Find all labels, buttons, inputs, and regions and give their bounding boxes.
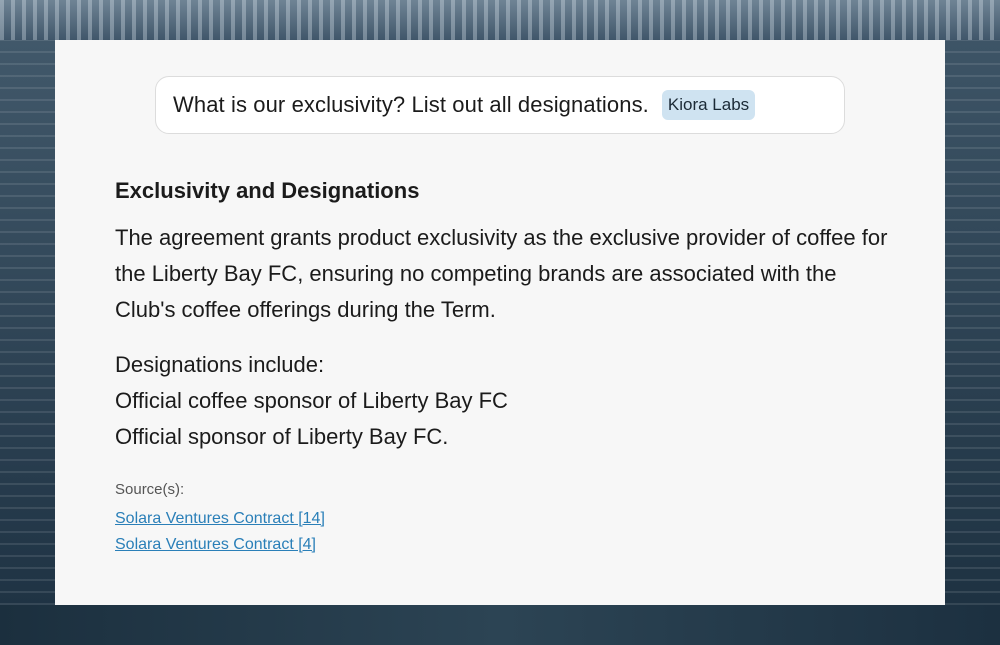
designation-item: Official coffee sponsor of Liberty Bay F… <box>115 388 508 413</box>
source-link[interactable]: Solara Ventures Contract [4] <box>115 532 325 558</box>
background-stadium-top <box>0 0 1000 40</box>
query-bubble: What is our exclusivity? List out all de… <box>155 76 845 134</box>
designations-list: Designations include: Official coffee sp… <box>115 347 895 455</box>
source-link[interactable]: Solara Ventures Contract [14] <box>115 506 325 532</box>
sources-label: Source(s): <box>115 481 185 498</box>
designation-item: Official sponsor of Liberty Bay FC. <box>115 424 449 449</box>
answer-panel: What is our exclusivity? List out all de… <box>55 40 945 605</box>
background-stands-left <box>0 40 55 605</box>
sources-section: Source(s): Solara Ventures Contract [14]… <box>115 481 325 558</box>
designations-intro: Designations include: <box>115 352 325 377</box>
answer-body: Exclusivity and Designations The agreeme… <box>115 178 895 455</box>
answer-heading: Exclusivity and Designations <box>115 178 420 203</box>
background-stands-right <box>945 40 1000 605</box>
background-field <box>0 605 1000 645</box>
answer-paragraph: The agreement grants product exclusivity… <box>115 225 888 322</box>
org-badge: Kiora Labs <box>661 90 756 120</box>
query-text: What is our exclusivity? List out all de… <box>173 92 649 117</box>
